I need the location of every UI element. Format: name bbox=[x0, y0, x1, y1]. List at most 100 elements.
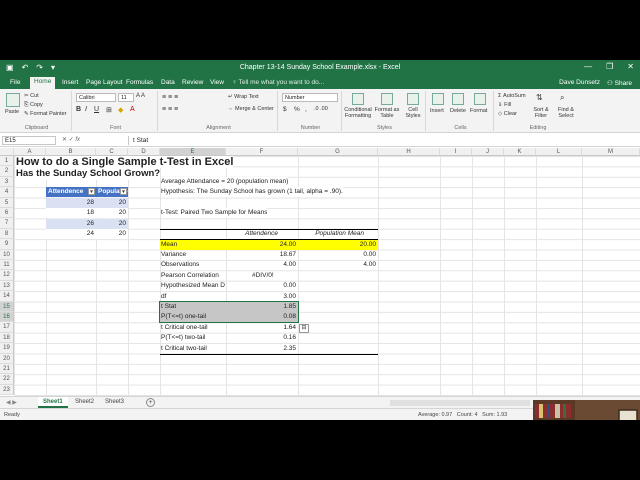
col-header-l[interactable]: L bbox=[536, 148, 582, 156]
format-cells-icon[interactable] bbox=[474, 93, 486, 105]
tab-home[interactable]: Home bbox=[30, 77, 56, 89]
row-header[interactable]: 14 bbox=[0, 291, 14, 302]
stat-label[interactable]: Observations bbox=[161, 260, 225, 270]
cell-styles-button[interactable]: Cell Styles bbox=[402, 107, 424, 119]
format-as-table-button[interactable]: Format as Table bbox=[374, 107, 400, 119]
col-header-c[interactable]: C bbox=[96, 148, 128, 156]
currency-button[interactable]: $ bbox=[283, 106, 287, 113]
stat-label[interactable]: t Critical one-tail bbox=[161, 323, 225, 333]
stat-value-a[interactable]: 0.00 bbox=[226, 281, 296, 291]
delete-button[interactable]: Delete bbox=[450, 108, 466, 114]
bold-button[interactable]: B bbox=[76, 106, 81, 113]
insert-cells-icon[interactable] bbox=[432, 93, 444, 105]
delete-cells-icon[interactable] bbox=[452, 93, 464, 105]
tab-view[interactable]: View bbox=[206, 78, 228, 87]
minimize-icon[interactable]: — bbox=[584, 62, 592, 71]
stat-label[interactable]: df bbox=[161, 292, 225, 302]
stat-value-a[interactable]: 1.64 bbox=[226, 323, 296, 333]
align-left-icon[interactable]: ≡ ≡ ≡ bbox=[162, 106, 178, 113]
table-header-population[interactable]: Populatio ▾ bbox=[96, 187, 128, 198]
row-header[interactable]: 21 bbox=[0, 364, 14, 375]
cell-styles-icon[interactable] bbox=[407, 93, 419, 105]
tab-file[interactable]: File bbox=[6, 78, 24, 87]
col-header-g[interactable]: G bbox=[298, 148, 378, 156]
table-cell[interactable]: 20 bbox=[96, 198, 126, 208]
col-header-d[interactable]: D bbox=[128, 148, 160, 156]
row-header[interactable]: 19 bbox=[0, 343, 14, 354]
font-color-icon[interactable]: A bbox=[130, 106, 135, 113]
format-table-icon[interactable] bbox=[381, 93, 393, 105]
italic-button[interactable]: I bbox=[85, 106, 87, 113]
borders-icon[interactable]: ⊞ bbox=[106, 106, 112, 114]
restore-icon[interactable]: ❐ bbox=[606, 62, 613, 71]
select-all-corner[interactable] bbox=[0, 148, 14, 156]
insert-button[interactable]: Insert bbox=[430, 108, 444, 114]
row-header[interactable]: 3 bbox=[0, 176, 14, 188]
col-header-e[interactable]: E bbox=[160, 148, 226, 156]
sheet-tab-sheet2[interactable]: Sheet2 bbox=[70, 397, 99, 408]
col-header-a[interactable]: A bbox=[14, 148, 46, 156]
font-name-box[interactable]: Calibri bbox=[76, 93, 116, 102]
fill-button[interactable]: ⇓ Fill bbox=[498, 102, 511, 108]
stat-value-b[interactable]: 0.00 bbox=[298, 250, 376, 260]
copy-button[interactable]: ⎘ Copy bbox=[24, 102, 43, 109]
autosum-button[interactable]: Σ AutoSum bbox=[498, 93, 526, 99]
find-select-button[interactable]: Find & Select bbox=[554, 107, 578, 119]
close-icon[interactable]: ✕ bbox=[627, 62, 634, 71]
stat-label[interactable]: Pearson Correlation bbox=[161, 271, 225, 281]
align-top-icon[interactable]: ≡ ≡ ≡ bbox=[162, 94, 178, 101]
row-header[interactable]: 20 bbox=[0, 353, 14, 364]
comma-button[interactable]: , bbox=[305, 106, 307, 113]
stat-value-a[interactable]: 18.67 bbox=[226, 250, 296, 260]
grow-font-icon[interactable]: A A bbox=[136, 93, 145, 99]
row-header[interactable]: 15 bbox=[0, 301, 14, 312]
tab-page-layout[interactable]: Page Layout bbox=[82, 78, 127, 87]
row-header[interactable]: 7 bbox=[0, 218, 14, 229]
row-header[interactable]: 9 bbox=[0, 239, 14, 250]
paste-button[interactable]: Paste bbox=[5, 109, 19, 115]
name-box[interactable]: E15 bbox=[2, 136, 56, 145]
stat-value-a[interactable]: 4.00 bbox=[226, 260, 296, 270]
underline-button[interactable]: U bbox=[94, 106, 99, 113]
stat-value-a[interactable]: 3.00 bbox=[226, 292, 296, 302]
col-header-b[interactable]: B bbox=[46, 148, 96, 156]
col-header-m[interactable]: M bbox=[582, 148, 640, 156]
col-header-j[interactable]: J bbox=[472, 148, 504, 156]
row-header[interactable]: 12 bbox=[0, 270, 14, 281]
stat-label[interactable]: Variance bbox=[161, 250, 225, 260]
formula-input[interactable]: t Stat bbox=[128, 136, 628, 145]
stat-label[interactable]: t Critical two-tail bbox=[161, 344, 225, 354]
share-button[interactable]: ⚇ Share bbox=[607, 79, 632, 87]
paste-icon[interactable] bbox=[6, 93, 20, 107]
fill-color-icon[interactable]: ◆ bbox=[118, 106, 123, 114]
stat-value-a[interactable]: #DIV/0! bbox=[252, 271, 296, 281]
number-format-box[interactable]: Number bbox=[282, 93, 338, 102]
quick-analysis-icon[interactable]: ⊟ bbox=[299, 324, 309, 333]
table-cell[interactable]: 26 bbox=[46, 219, 94, 229]
tab-insert[interactable]: Insert bbox=[58, 78, 82, 87]
wrap-text-button[interactable]: ↵ Wrap Text bbox=[228, 94, 259, 100]
row-header[interactable]: 8 bbox=[0, 228, 14, 240]
col-population-label[interactable]: Population Mean bbox=[298, 229, 364, 239]
horizontal-scrollbar[interactable] bbox=[390, 400, 530, 406]
sheet-title[interactable]: How to do a Single Sample t-Test in Exce… bbox=[16, 156, 234, 168]
font-size-box[interactable]: 11 bbox=[118, 93, 134, 102]
row-header[interactable]: 6 bbox=[0, 208, 14, 219]
stat-value-b[interactable]: 20.00 bbox=[298, 240, 376, 250]
table-cell[interactable]: 18 bbox=[46, 208, 94, 218]
tab-data[interactable]: Data bbox=[157, 78, 179, 87]
conditional-formatting-button[interactable]: Conditional Formatting bbox=[344, 107, 372, 119]
fx-icon[interactable]: ✕ ✓ fx bbox=[62, 136, 80, 143]
row-header[interactable]: 23 bbox=[0, 384, 14, 396]
cut-button[interactable]: ✂ Cut bbox=[24, 93, 39, 99]
worksheet-grid[interactable]: A B C D E F G H I J K L M 1 2 3 4 5 6 7 … bbox=[0, 148, 640, 396]
sheet-subtitle[interactable]: Has the Sunday School Grown? bbox=[16, 168, 161, 180]
merge-center-button[interactable]: ⇔ Merge & Center bbox=[228, 106, 274, 112]
find-icon[interactable]: ⌕ bbox=[560, 93, 564, 103]
user-name[interactable]: Dave Dunsetz bbox=[559, 79, 600, 86]
percent-button[interactable]: % bbox=[294, 106, 300, 113]
stat-value-a[interactable]: 2.35 bbox=[226, 344, 296, 354]
sheet-tab-sheet1[interactable]: Sheet1 bbox=[38, 397, 68, 408]
stat-label[interactable]: Mean bbox=[161, 240, 225, 250]
sort-filter-button[interactable]: Sort & Filter bbox=[530, 107, 552, 119]
